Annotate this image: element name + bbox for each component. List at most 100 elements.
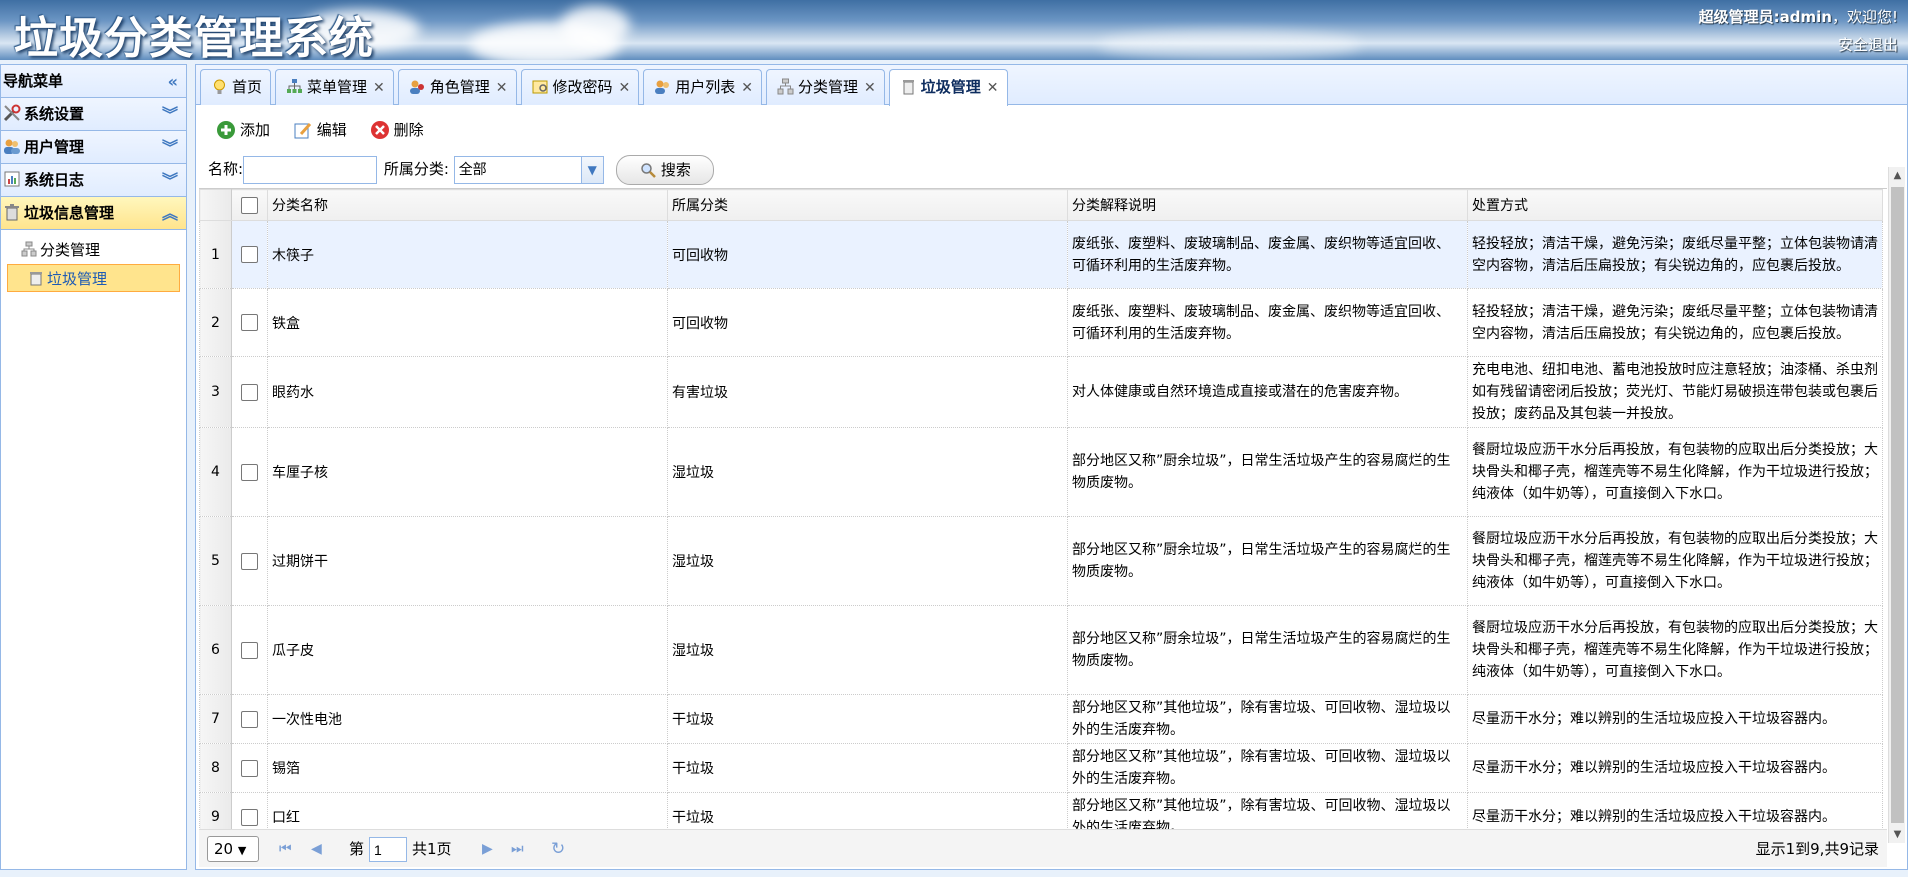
welcome-user: 超级管理员:admin xyxy=(1698,8,1832,26)
collapse-icon[interactable]: « xyxy=(168,65,178,98)
column-header[interactable]: 所属分类 xyxy=(667,189,1068,221)
search-button[interactable]: 搜索 xyxy=(616,154,715,185)
row-checkbox-cell[interactable] xyxy=(231,516,268,606)
cell-disposal: 轻投轻放；清洁干燥，避免污染；废纸尽量平整；立体包装物请清空内容物，清洁后压扁投… xyxy=(1467,288,1883,357)
edit-button[interactable]: 编辑 xyxy=(293,117,347,143)
row-checkbox[interactable] xyxy=(241,710,258,728)
prev-page-icon[interactable]: ◀ xyxy=(311,830,322,868)
column-header[interactable]: 分类解释说明 xyxy=(1067,189,1468,221)
tab-trash-management[interactable]: 垃圾管理 ✕ xyxy=(888,69,1008,106)
row-checkbox[interactable] xyxy=(241,463,258,481)
next-page-icon[interactable]: ▶ xyxy=(482,830,493,868)
row-checkbox-cell[interactable] xyxy=(231,288,268,357)
add-button[interactable]: 添加 xyxy=(216,117,270,143)
table-row[interactable]: 8 锡箔 干垃圾 部分地区又称”其他垃圾”，除有害垃圾、可回收物、湿垃圾以外的生… xyxy=(199,743,1883,793)
table-row[interactable]: 1 木筷子 可回收物 废纸张、废塑料、废玻璃制品、废金属、废织物等适宜回收、可循… xyxy=(199,220,1883,289)
cell-disposal: 轻投轻放；清洁干燥，避免污染；废纸尽量平整；立体包装物请清空内容物，清洁后压扁投… xyxy=(1467,220,1883,289)
row-number: 6 xyxy=(199,605,232,695)
table-row[interactable]: 6 瓜子皮 湿垃圾 部分地区又称”厨余垃圾”，日常生活垃圾产生的容易腐烂的生物质… xyxy=(199,605,1883,695)
cell-disposal: 餐厨垃圾应沥干水分后再投放，有包装物的应取出后分类投放；大块骨头和椰子壳，榴莲壳… xyxy=(1467,427,1883,517)
checkbox[interactable] xyxy=(241,196,258,214)
cell-description: 对人体健康或自然环境造成直接或潜在的危害废弃物。 xyxy=(1067,356,1468,428)
scroll-up-icon[interactable]: ▲ xyxy=(1889,167,1906,184)
select-all-checkbox[interactable] xyxy=(231,189,268,221)
sidebar-group-system-log[interactable]: 系统日志 ︾ xyxy=(1,164,186,197)
table-row[interactable]: 2 铁盒 可回收物 废纸张、废塑料、废玻璃制品、废金属、废织物等适宜回收、可循环… xyxy=(199,288,1883,357)
cell-disposal: 尽量沥干水分；难以辨别的生活垃圾应投入干垃圾容器内。 xyxy=(1467,792,1883,830)
column-header[interactable]: 分类名称 xyxy=(267,189,668,221)
row-checkbox[interactable] xyxy=(241,246,258,263)
page-number-input[interactable] xyxy=(369,837,407,862)
page-size-select[interactable]: 20 ▼ xyxy=(207,836,259,862)
category-select[interactable]: 全部 ▼ xyxy=(453,155,604,184)
sidebar-group-label: 系统设置 xyxy=(24,105,85,123)
data-grid: 分类名称 所属分类 分类解释说明 处置方式 1 木筷子 可回收物 废纸张、废塑料… xyxy=(199,188,1887,830)
close-icon[interactable]: ✕ xyxy=(496,80,508,96)
table-row[interactable]: 5 过期饼干 湿垃圾 部分地区又称”厨余垃圾”，日常生活垃圾产生的容易腐烂的生物… xyxy=(199,516,1883,606)
tree-item-label: 垃圾管理 xyxy=(47,270,108,288)
row-checkbox-cell[interactable] xyxy=(231,220,268,289)
trash-can-icon xyxy=(900,73,917,95)
table-row[interactable]: 4 车厘子核 湿垃圾 部分地区又称”厨余垃圾”，日常生活垃圾产生的容易腐烂的生物… xyxy=(199,427,1883,517)
row-checkbox[interactable] xyxy=(241,383,258,401)
sidebar-item-category-management[interactable]: 分类管理 xyxy=(1,236,186,264)
tab-home[interactable]: 首页 xyxy=(200,69,272,105)
search-label: 搜索 xyxy=(660,160,691,179)
cell-name: 瓜子皮 xyxy=(267,605,668,695)
row-checkbox-cell[interactable] xyxy=(231,792,268,830)
table-row[interactable]: 3 眼药水 有害垃圾 对人体健康或自然环境造成直接或潜在的危害废弃物。 充电电池… xyxy=(199,356,1883,428)
scroll-down-icon[interactable]: ▼ xyxy=(1889,826,1906,843)
row-checkbox[interactable] xyxy=(241,314,258,331)
cell-category: 可回收物 xyxy=(667,220,1068,289)
row-checkbox[interactable] xyxy=(241,759,258,777)
role-icon xyxy=(409,73,426,94)
cell-description: 部分地区又称”厨余垃圾”，日常生活垃圾产生的容易腐烂的生物质废物。 xyxy=(1067,605,1468,695)
row-checkbox[interactable] xyxy=(241,808,258,826)
vertical-scrollbar[interactable]: ▲ ▼ xyxy=(1888,167,1905,843)
sidebar-group-system-settings[interactable]: 系统设置 ︾ xyxy=(1,98,186,131)
tab-user-list[interactable]: 用户列表 ✕ xyxy=(643,69,763,105)
refresh-icon[interactable]: ↻ xyxy=(551,830,565,868)
row-number: 4 xyxy=(199,427,232,517)
row-checkbox[interactable] xyxy=(241,641,258,659)
close-icon[interactable]: ✕ xyxy=(619,80,631,96)
last-page-icon[interactable]: ⏭ xyxy=(511,830,524,868)
cell-name: 车厘子核 xyxy=(267,427,668,517)
scroll-thumb[interactable] xyxy=(1891,187,1904,823)
row-checkbox-cell[interactable] xyxy=(231,356,268,428)
logout-link[interactable]: 安全退出 xyxy=(1838,34,1898,55)
tab-role-management[interactable]: 角色管理 ✕ xyxy=(397,69,517,105)
category-label: 所属分类: xyxy=(383,160,449,178)
tab-label: 首页 xyxy=(232,78,263,96)
cell-category: 可回收物 xyxy=(667,288,1068,357)
delete-button[interactable]: 删除 xyxy=(370,117,424,143)
tab-change-password[interactable]: 修改密码 ✕ xyxy=(520,69,640,105)
row-checkbox-cell[interactable] xyxy=(231,605,268,695)
table-row[interactable]: 9 口红 干垃圾 部分地区又称”其他垃圾”，除有害垃圾、可回收物、湿垃圾以外的生… xyxy=(199,792,1883,830)
name-input[interactable] xyxy=(243,155,378,184)
chevron-down-icon: ︾ xyxy=(161,171,178,190)
close-icon[interactable]: ✕ xyxy=(987,80,999,96)
close-icon[interactable]: ✕ xyxy=(741,80,753,96)
tab-menu-management[interactable]: 菜单管理 ✕ xyxy=(275,69,394,105)
cell-category: 湿垃圾 xyxy=(667,605,1068,695)
table-row[interactable]: 7 一次性电池 干垃圾 部分地区又称”其他垃圾”，除有害垃圾、可回收物、湿垃圾以… xyxy=(199,694,1883,744)
close-icon[interactable]: ✕ xyxy=(864,80,876,96)
category-icon xyxy=(777,73,794,95)
sidebar-group-user-management[interactable]: 用户管理 ︾ xyxy=(1,131,186,164)
chevron-down-icon[interactable]: ▼ xyxy=(580,156,603,183)
lightbulb-icon xyxy=(211,73,228,94)
column-header[interactable]: 处置方式 xyxy=(1467,189,1883,221)
row-checkbox[interactable] xyxy=(241,552,258,570)
first-page-icon[interactable]: ⏮ xyxy=(279,830,292,868)
row-checkbox-cell[interactable] xyxy=(231,427,268,517)
sidebar-group-trash-info[interactable]: 垃圾信息管理 ︽ xyxy=(1,197,186,230)
cell-disposal: 餐厨垃圾应沥干水分后再投放，有包装物的应取出后分类投放；大块骨头和椰子壳，榴莲壳… xyxy=(1467,605,1883,695)
row-checkbox-cell[interactable] xyxy=(231,694,268,744)
sidebar-group-label: 用户管理 xyxy=(24,138,85,156)
tab-label: 修改密码 xyxy=(552,78,613,96)
sidebar-item-trash-management[interactable]: 垃圾管理 xyxy=(7,264,180,292)
close-icon[interactable]: ✕ xyxy=(373,80,385,96)
tab-category-management[interactable]: 分类管理 ✕ xyxy=(766,69,885,105)
row-checkbox-cell[interactable] xyxy=(231,743,268,793)
